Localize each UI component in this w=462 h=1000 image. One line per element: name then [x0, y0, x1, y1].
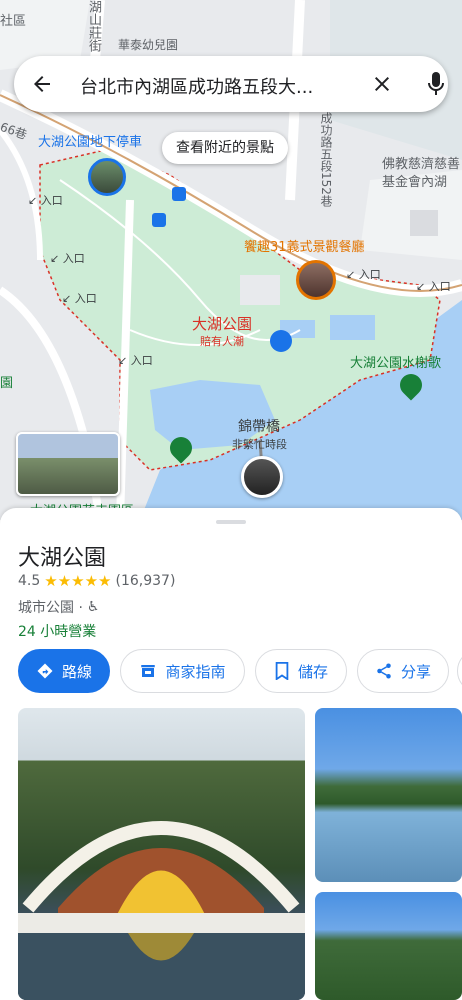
bridge-photo-pin[interactable] [241, 456, 283, 498]
map-label-temple[interactable]: 佛教慈濟慈善基金會內湖 [382, 156, 462, 192]
main-photo[interactable] [18, 708, 305, 1000]
share-icon [377, 663, 391, 679]
street-view-thumbnail[interactable] [16, 432, 120, 496]
mic-icon[interactable] [424, 70, 448, 98]
entrance-marker[interactable]: ↙ 入口 [50, 250, 85, 266]
share-label: 分享 [400, 662, 431, 681]
review-count[interactable]: (16,937) [116, 573, 176, 589]
close-icon[interactable] [370, 72, 394, 96]
nearby-attractions-chip[interactable]: 查看附近的景點 [162, 132, 288, 164]
action-buttons: 路線 商家指南 儲存 分享 [18, 649, 462, 695]
search-bar[interactable]: 台北市內湖區成功路五段大... [14, 56, 448, 112]
rating-value: 4.5 [18, 573, 41, 589]
bus-stop-icon[interactable] [172, 187, 186, 201]
map-label-busy: 賠有人潮 [200, 335, 244, 348]
restaurant-photo-pin[interactable] [296, 260, 336, 300]
entrance-label: 入口 [40, 194, 63, 207]
business-guide-button[interactable]: 商家指南 [120, 649, 245, 693]
entrance-marker[interactable]: ↙ 入口 [28, 192, 63, 208]
share-button[interactable]: 分享 [357, 649, 449, 693]
entrance-marker[interactable]: ↙ 入口 [346, 266, 381, 282]
directions-icon [37, 663, 53, 679]
map-label-pavilion[interactable]: 大湖公園水榭歌 [350, 352, 441, 371]
wheelchair-icon: ♿ [86, 599, 100, 615]
place-sheet[interactable]: 大湖公園 4.5 ★★★★★ (16,937) 城市公園 · ♿ 24 小時營業… [0, 508, 462, 1000]
entrance-label: 入口 [74, 292, 97, 305]
entrance-label: 入口 [358, 268, 381, 281]
map-label-park[interactable]: 大湖公園 [192, 313, 252, 334]
map-label-edge: 園 [0, 376, 14, 391]
star-rating-icon: ★★★★★ [44, 572, 112, 590]
category-row: 城市公園 · ♿ [18, 597, 99, 617]
open-hours[interactable]: 24 小時營業 [18, 621, 96, 641]
directions-label: 路線 [61, 662, 92, 681]
map-label-road-152: 成功路五段152巷 [319, 112, 333, 207]
more-button[interactable] [457, 649, 462, 693]
directions-button[interactable]: 路線 [18, 649, 110, 693]
search-query[interactable]: 台北市內湖區成功路五段大... [80, 73, 313, 99]
rating-row[interactable]: 4.5 ★★★★★ (16,937) [18, 572, 175, 590]
map-label-road: 湖山莊街 [86, 0, 101, 52]
category-label: 城市公園 · [18, 600, 83, 616]
entrance-marker[interactable]: ↙ 入口 [118, 352, 153, 368]
save-label: 儲存 [297, 662, 328, 681]
arrow-back-icon[interactable] [30, 72, 54, 96]
entrance-marker[interactable]: ↙ 入口 [62, 290, 97, 306]
map-label-restaurant[interactable]: 饗趣31義式景觀餐廳 [244, 236, 365, 255]
photo-thumbnail[interactable] [315, 892, 462, 1000]
map-label: 社區 [0, 14, 27, 29]
map-label-kindergarten[interactable]: 華泰幼兒園 [118, 36, 178, 53]
place-title: 大湖公園 [18, 546, 107, 571]
entrance-marker[interactable]: ↙ 入口 [416, 278, 451, 294]
entrance-label: 入口 [428, 280, 451, 293]
moon-bridge-illustration [18, 821, 305, 1000]
store-icon [141, 665, 156, 677]
map-label-parking[interactable]: 大湖公園地下停車 [38, 131, 142, 150]
entrance-label: 入口 [62, 252, 85, 265]
business-guide-label: 商家指南 [165, 662, 226, 681]
bus-stop-icon[interactable] [152, 213, 166, 227]
map-label-bridge-sub: 非繁忙時段 [232, 438, 287, 451]
drag-handle[interactable] [216, 520, 246, 524]
photo-thumbnail[interactable] [315, 708, 462, 882]
parking-photo-pin[interactable] [88, 158, 126, 196]
map-label-bridge[interactable]: 錦帶橋 [238, 416, 280, 436]
landmark-icon[interactable] [270, 330, 292, 352]
save-button[interactable]: 儲存 [255, 649, 347, 693]
bookmark-icon [275, 662, 289, 680]
entrance-label: 入口 [130, 354, 153, 367]
